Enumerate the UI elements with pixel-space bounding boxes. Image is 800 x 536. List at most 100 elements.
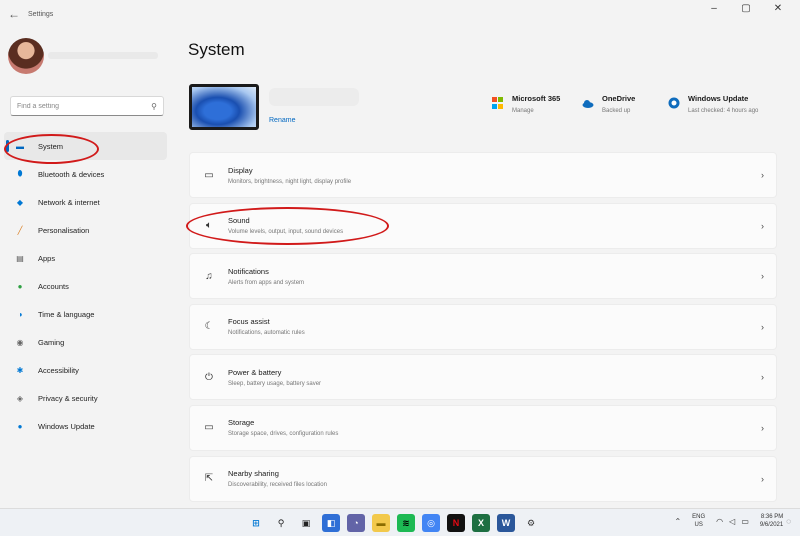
chevron-right-icon: › bbox=[761, 422, 764, 433]
chrome-icon[interactable]: ◎ bbox=[422, 514, 440, 532]
sidebar-item-accessibility[interactable]: ✱ Accessibility bbox=[4, 356, 167, 384]
search-input[interactable] bbox=[17, 102, 152, 110]
word-icon[interactable]: W bbox=[497, 514, 515, 532]
bell-icon: ♫ bbox=[205, 270, 213, 282]
storage-icon: ▭ bbox=[204, 422, 214, 434]
setting-title: Power & battery bbox=[228, 367, 282, 377]
sidebar-item-label: Network & internet bbox=[38, 197, 100, 207]
setting-card-notifications[interactable]: ♫ Notifications Alerts from apps and syste… bbox=[189, 253, 777, 300]
clock-date: 9/6/2021 bbox=[759, 522, 784, 528]
setting-card-sound[interactable]: 🔈︎ Sound Volume levels, output, input, sou… bbox=[189, 202, 777, 249]
netflix-icon[interactable]: N bbox=[447, 514, 465, 532]
maximize-button[interactable]: ▢ bbox=[730, 0, 762, 16]
sidebar-item-label: Accounts bbox=[38, 281, 69, 291]
teams-chat-icon[interactable]: ◔ bbox=[347, 514, 365, 532]
sidebar-item-label: Gaming bbox=[38, 337, 65, 347]
chevron-right-icon: › bbox=[761, 372, 764, 383]
taskbar: ⊞ ⚲ ▣ ◧ ◔ ▬ ≋ ◎ N X W ⚙ ⌃ ENG US ◠ ◁ ▭ 8:36 PM 9/6/… bbox=[0, 508, 800, 536]
tray-overflow-chevron-icon[interactable]: ⌃ bbox=[674, 517, 681, 526]
profile-email-blurred bbox=[48, 52, 158, 59]
setting-title: Display bbox=[228, 165, 253, 175]
file-explorer-icon[interactable]: ▬ bbox=[372, 514, 390, 532]
sidebar-item-privacy-security[interactable]: ◈ Privacy & security bbox=[4, 384, 167, 412]
wifi-icon[interactable]: ◠ bbox=[716, 517, 723, 526]
setting-title: Focus assist bbox=[228, 317, 270, 327]
sidebar-item-label: Accessibility bbox=[38, 365, 79, 375]
speaker-icon: 🔈︎ bbox=[206, 220, 212, 232]
system-tray: ⌃ ENG US ◠ ◁ ▭ 8:36 PM 9/6/2021 ◌ bbox=[671, 513, 794, 529]
sidebar-item-apps[interactable]: ▤ Apps bbox=[4, 244, 167, 272]
settings-icon[interactable]: ⚙ bbox=[522, 514, 540, 532]
chevron-right-icon: › bbox=[761, 271, 764, 282]
windows-update-icon bbox=[668, 97, 680, 109]
setting-subtitle: Volume levels, output, input, sound devi… bbox=[228, 229, 344, 236]
apps-icon: ▤ bbox=[16, 253, 24, 263]
search-box[interactable]: ⚲ bbox=[10, 96, 164, 116]
sidebar-item-bluetooth-devices[interactable]: ⬮ Bluetooth & devices bbox=[4, 160, 167, 188]
sidebar: Zarmeen Shahzad ⚲ ▬System⬮Bluetooth & de… bbox=[0, 28, 175, 508]
clock[interactable]: 8:36 PM 9/6/2021 bbox=[760, 513, 783, 529]
sidebar-item-system[interactable]: ▬ System bbox=[4, 132, 167, 160]
desktop-wallpaper-thumbnail bbox=[189, 84, 259, 130]
start-icon[interactable]: ⊞ bbox=[247, 514, 265, 532]
clock-time: 8:36 PM bbox=[760, 514, 784, 520]
setting-title: Sound bbox=[228, 216, 250, 226]
setting-text: Display Monitors, brightness, night light… bbox=[228, 166, 351, 185]
widgets-icon[interactable]: ◧ bbox=[322, 514, 340, 532]
settings-list: ▭ Display Monitors, brightness, night ligh… bbox=[189, 152, 777, 506]
sidebar-item-time-language[interactable]: ◑ Time & language bbox=[4, 300, 167, 328]
windows-update-icon: ● bbox=[17, 421, 23, 431]
search-icon: ⚲ bbox=[151, 101, 157, 111]
setting-card-display[interactable]: ▭ Display Monitors, brightness, night ligh… bbox=[189, 152, 777, 198]
quick-link-title: Microsoft 365 bbox=[512, 94, 561, 103]
setting-subtitle: Monitors, brightness, night light, displ… bbox=[228, 178, 352, 185]
window-controls: – ▢ ✕ bbox=[698, 0, 794, 16]
language-indicator[interactable]: ENG US bbox=[692, 513, 705, 529]
sidebar-item-windows-update[interactable]: ● Windows Update bbox=[4, 412, 167, 440]
setting-title: Nearby sharing bbox=[228, 469, 279, 479]
sidebar-nav: ▬ System ⬮ Bluetooth & devices ◆ Network & in… bbox=[4, 132, 167, 440]
setting-card-nearby-sharing[interactable]: ⇱ Nearby sharing Discoverability, received… bbox=[189, 455, 777, 502]
quick-link-microsoft-365[interactable]: Microsoft 365 Manage bbox=[492, 94, 560, 114]
excel-icon[interactable]: X bbox=[472, 514, 490, 532]
quick-link-title: OneDrive bbox=[602, 94, 636, 103]
device-name-blurred bbox=[269, 88, 359, 106]
setting-card-focus-assist[interactable]: ☾ Focus assist Notifications, automatic ru… bbox=[189, 303, 777, 350]
taskbar-apps: ⊞ ⚲ ▣ ◧ ◔ ▬ ≋ ◎ N X W ⚙ bbox=[247, 514, 547, 532]
quick-link-windows-update[interactable]: Windows Update Last checked: 4 hours ago bbox=[668, 94, 758, 114]
setting-subtitle: Sleep, battery usage, battery saver bbox=[228, 380, 322, 387]
notifications-icon[interactable]: ◌ bbox=[786, 517, 791, 526]
sidebar-item-personalisation[interactable]: ╱ Personalisation bbox=[4, 216, 167, 244]
setting-text: Storage Storage space, drives, configurat… bbox=[228, 418, 338, 437]
minimize-button[interactable]: – bbox=[698, 0, 730, 16]
onedrive-icon bbox=[582, 100, 594, 108]
power-icon: ⏻ bbox=[205, 371, 213, 383]
task-view-icon[interactable]: ▣ bbox=[297, 514, 315, 532]
accounts-icon: ● bbox=[17, 281, 23, 291]
quick-link-onedrive[interactable]: OneDrive Backed up bbox=[582, 94, 635, 114]
setting-text: Power & battery Sleep, battery usage, bat… bbox=[228, 368, 321, 387]
shield-icon: ◈ bbox=[16, 393, 24, 403]
setting-subtitle: Notifications, automatic rules bbox=[228, 330, 305, 337]
display-icon: ▭ bbox=[204, 169, 214, 181]
search-icon[interactable]: ⚲ bbox=[272, 514, 290, 532]
back-arrow-icon[interactable]: ← bbox=[0, 7, 28, 21]
quick-link-subtitle: Backed up bbox=[602, 108, 631, 114]
spotify-icon[interactable]: ≋ bbox=[397, 514, 415, 532]
volume-icon[interactable]: ◁ bbox=[729, 517, 735, 526]
device-info: Rename bbox=[269, 84, 379, 130]
setting-card-power-battery[interactable]: ⏻ Power & battery Sleep, battery usage, ba… bbox=[189, 354, 777, 401]
setting-card-storage[interactable]: ▭ Storage Storage space, drives, configura… bbox=[189, 404, 777, 451]
sidebar-item-network-internet[interactable]: ◆ Network & internet bbox=[4, 188, 167, 216]
sidebar-item-label: Time & language bbox=[38, 309, 95, 319]
window-title: Settings bbox=[28, 10, 54, 18]
rename-link[interactable]: Rename bbox=[269, 117, 295, 124]
sidebar-item-gaming[interactable]: ◉ Gaming bbox=[4, 328, 167, 356]
battery-icon[interactable]: ▭ bbox=[741, 517, 749, 526]
region-code: US bbox=[694, 522, 703, 528]
close-button[interactable]: ✕ bbox=[762, 0, 794, 16]
setting-text: Nearby sharing Discoverability, received … bbox=[228, 469, 327, 488]
sidebar-item-accounts[interactable]: ● Accounts bbox=[4, 272, 167, 300]
sidebar-item-label: Personalisation bbox=[38, 225, 90, 235]
bluetooth-icon: ⬮ bbox=[17, 169, 23, 178]
